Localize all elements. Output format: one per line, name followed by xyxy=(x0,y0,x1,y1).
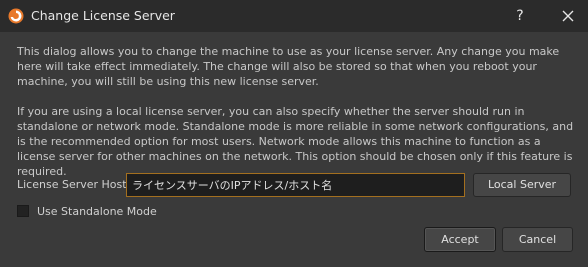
close-icon[interactable] xyxy=(557,5,579,27)
license-server-host-label: License Server Host: xyxy=(17,178,131,191)
description-paragraph-2: If you are using a local license server,… xyxy=(17,105,574,178)
cancel-button[interactable]: Cancel xyxy=(502,227,573,252)
standalone-mode-checkbox[interactable] xyxy=(17,205,29,217)
standalone-mode-label[interactable]: Use Standalone Mode xyxy=(37,205,157,218)
license-server-host-input[interactable] xyxy=(126,173,465,197)
help-button[interactable]: ? xyxy=(509,5,531,27)
window-title: Change License Server xyxy=(31,8,175,23)
description-paragraph-1: This dialog allows you to change the mac… xyxy=(17,45,560,88)
accept-button[interactable]: Accept xyxy=(424,227,496,252)
local-server-button[interactable]: Local Server xyxy=(473,173,571,197)
title-bar: Change License Server ? xyxy=(0,0,588,32)
change-license-server-dialog: Change License Server ? This dialog allo… xyxy=(0,0,588,267)
houdini-app-icon xyxy=(8,8,24,24)
